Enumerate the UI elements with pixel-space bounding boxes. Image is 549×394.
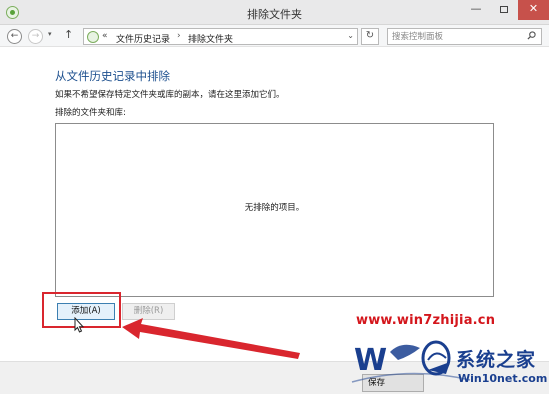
maximize-button[interactable] (490, 0, 518, 20)
svg-text:W: W (354, 343, 387, 378)
search-input[interactable] (392, 30, 520, 43)
navigation-bar: ← → ▾ ↑ « 文件历史记录 › 排除文件夹 ⌄ ↻ (0, 25, 549, 47)
watermark-url: www.win7zhijia.cn (356, 313, 496, 328)
watermark-sub: Win10net.com (458, 372, 548, 385)
excluded-folders-list[interactable]: 无排除的项目。 (55, 123, 494, 297)
maximize-icon (500, 6, 508, 13)
minimize-button[interactable]: — (462, 0, 490, 20)
title-bar: 排除文件夹 — ✕ (0, 0, 549, 25)
forward-button[interactable]: → (28, 29, 43, 44)
mouse-cursor-icon (74, 317, 85, 333)
address-bar[interactable]: « 文件历史记录 › 排除文件夹 ⌄ (83, 28, 358, 45)
close-button[interactable]: ✕ (518, 0, 549, 20)
back-button[interactable]: ← (7, 29, 22, 44)
remove-button[interactable]: 删除(R) (122, 303, 175, 320)
page-heading: 从文件历史记录中排除 (55, 69, 170, 83)
recent-locations-button[interactable]: ▾ (48, 30, 52, 38)
search-icon[interactable] (527, 31, 536, 40)
excluded-list-label: 排除的文件夹和库: (55, 108, 126, 118)
control-panel-icon (87, 31, 99, 43)
address-dropdown-button[interactable]: ⌄ (347, 31, 354, 40)
breadcrumb-separator[interactable]: › (177, 31, 181, 41)
up-button[interactable]: ↑ (64, 28, 73, 41)
search-box[interactable] (387, 28, 542, 45)
empty-list-message: 无排除的项目。 (244, 203, 305, 213)
breadcrumb-file-history[interactable]: 文件历史记录 (116, 32, 170, 45)
watermark-brand: 系统之家 (456, 349, 537, 371)
page-description: 如果不希望保存特定文件夹或库的副本，请在这里添加它们。 (55, 90, 285, 100)
refresh-button[interactable]: ↻ (361, 28, 379, 45)
breadcrumb-exclude-folders[interactable]: 排除文件夹 (188, 32, 233, 45)
breadcrumb-overflow[interactable]: « (102, 31, 108, 41)
